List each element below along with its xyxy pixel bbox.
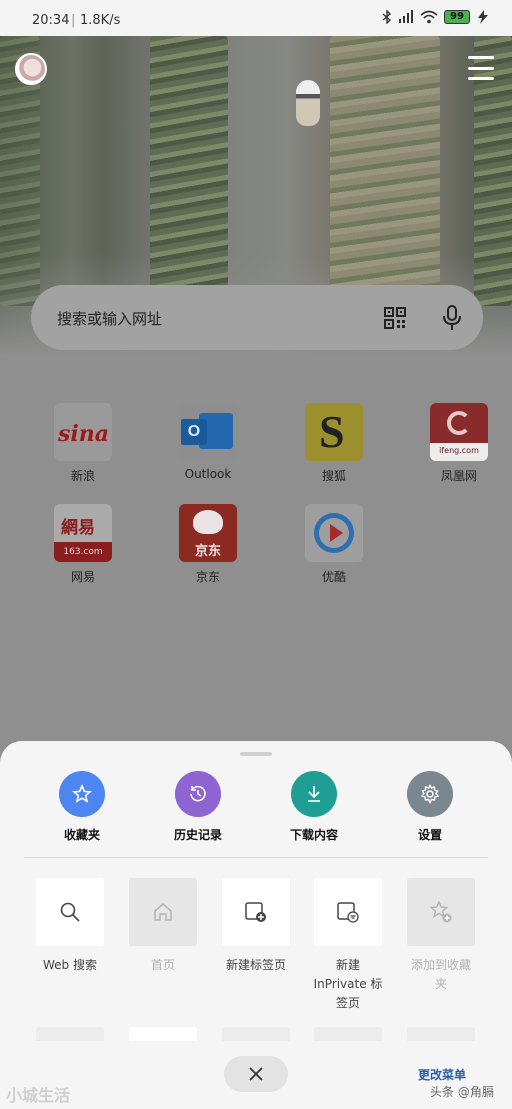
search-bar[interactable]: 搜索或输入网址	[31, 285, 483, 350]
qa-label: 设置	[417, 828, 442, 842]
shortcut-outlook[interactable]: O Outlook	[158, 403, 258, 481]
outlook-logo-icon: O	[179, 403, 237, 461]
new-tab-icon	[245, 902, 266, 922]
menu-icon[interactable]	[468, 56, 494, 80]
home-button: 首页	[117, 878, 209, 975]
shortcut-label: 优酷	[321, 570, 346, 584]
qa-label: 下载内容	[289, 828, 338, 842]
download-icon	[308, 786, 320, 802]
add-favorite-icon	[429, 900, 452, 923]
edit-menu-link[interactable]: 更改菜单	[418, 1066, 466, 1083]
qa-circle	[407, 771, 453, 817]
browser-menu-sheet: 收藏夹 历史记录 下载内容 设置 Web 搜索 首页 新建标签页 新建 InPr…	[0, 741, 512, 1109]
history-icon	[190, 785, 206, 802]
microphone-icon[interactable]	[442, 305, 462, 331]
tool-box	[129, 878, 197, 946]
tool-box	[36, 878, 104, 946]
wifi-icon	[420, 10, 438, 24]
battery-icon: 99	[444, 10, 470, 24]
tool-tile[interactable]	[222, 1027, 290, 1041]
close-menu-button[interactable]	[224, 1056, 288, 1092]
tool-label: 添加到收藏 夹	[410, 958, 471, 991]
bluetooth-icon	[382, 10, 392, 24]
shortcut-label: Outlook	[184, 467, 232, 481]
shortcut-sohu[interactable]: S 搜狐	[284, 403, 384, 484]
search-icon	[60, 902, 80, 922]
status-bar: 20:34 | 1.8K/s 99	[0, 0, 512, 36]
shortcut-jd[interactable]: 京东 京东	[158, 504, 258, 585]
favorites-button[interactable]: 收藏夹	[32, 771, 132, 843]
divider	[24, 857, 488, 858]
new-tab-button[interactable]: 新建标签页	[210, 878, 302, 975]
status-time: 20:34	[32, 13, 70, 28]
watermark-left: 小城生活	[6, 1086, 71, 1105]
history-button[interactable]: 历史记录	[148, 771, 248, 843]
qr-scan-icon[interactable]	[384, 307, 406, 329]
qa-label: 历史记录	[173, 828, 222, 842]
sohu-logo-icon: S	[305, 403, 363, 461]
web-search-button[interactable]: Web 搜索	[24, 878, 116, 975]
tool-tile[interactable]	[314, 1027, 382, 1041]
shortcut-label: 凤凰网	[440, 469, 477, 483]
qa-circle	[175, 771, 221, 817]
tool-box	[314, 878, 382, 946]
qa-label: 收藏夹	[63, 828, 100, 842]
youku-logo-icon	[305, 504, 363, 562]
downloads-button[interactable]: 下载内容	[264, 771, 364, 843]
add-to-favorites-button: 添加到收藏 夹	[395, 878, 487, 994]
tree-trunk	[150, 36, 228, 306]
home-icon	[154, 903, 172, 921]
close-icon	[249, 1067, 263, 1081]
tool-tile[interactable]	[129, 1027, 197, 1041]
netease-logo-icon: 網易 163.com	[54, 504, 112, 562]
tool-label: 新建标签页	[225, 958, 286, 972]
shortcut-label: 新浪	[70, 469, 95, 483]
watermark-right: 头条 @角膈	[430, 1085, 494, 1099]
tool-tile[interactable]	[407, 1027, 475, 1041]
tool-box	[407, 878, 475, 946]
profile-avatar[interactable]	[15, 53, 47, 85]
new-inprivate-tab-button[interactable]: 新建 InPrivate 标 签页	[302, 878, 394, 1013]
bird-image	[296, 80, 320, 126]
signal-icon	[399, 10, 413, 23]
shortcut-youku[interactable]: 优酷	[284, 504, 384, 585]
tool-label: 首页	[150, 958, 175, 972]
star-icon	[72, 784, 92, 803]
settings-button[interactable]: 设置	[380, 771, 480, 843]
tree-trunk	[330, 36, 440, 306]
sina-logo-icon: sina	[54, 403, 112, 461]
qa-circle	[291, 771, 337, 817]
tool-label: Web 搜索	[43, 958, 97, 972]
gear-icon	[420, 784, 440, 804]
status-network-speed: 1.8K/s	[80, 13, 121, 28]
charging-icon	[478, 10, 488, 24]
tool-label: 新建 InPrivate 标 签页	[313, 958, 383, 1010]
tool-box	[222, 878, 290, 946]
ifeng-logo-icon: ifeng.com	[430, 403, 488, 461]
drag-handle[interactable]	[240, 752, 272, 756]
shortcut-label: 京东	[195, 570, 220, 584]
status-icons: 99	[382, 10, 490, 24]
tool-tile[interactable]	[36, 1027, 104, 1041]
shortcut-sina[interactable]: sina 新浪	[33, 403, 133, 484]
jd-logo-icon: 京东	[179, 504, 237, 562]
shortcut-label: 搜狐	[321, 469, 346, 483]
shortcut-label: 网易	[70, 570, 95, 584]
inprivate-tab-icon	[337, 902, 359, 923]
search-input[interactable]: 搜索或输入网址	[57, 308, 162, 329]
qa-circle	[59, 771, 105, 817]
status-separator: |	[71, 13, 76, 28]
shortcut-ifeng[interactable]: ifeng.com 凤凰网	[409, 403, 509, 484]
shortcut-netease[interactable]: 網易 163.com 网易	[33, 504, 133, 585]
